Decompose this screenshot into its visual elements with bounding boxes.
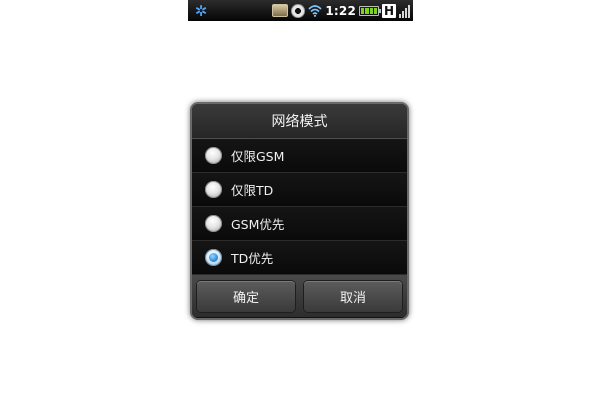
wifi-icon	[308, 4, 322, 17]
signal-icon	[399, 4, 410, 18]
option-gsm-only[interactable]: 仅限GSM	[192, 139, 407, 173]
network-mode-dialog: 网络模式 仅限GSM 仅限TD GSM优先 TD优先 确定 取消	[192, 104, 407, 318]
screen: ✲ 1:22 H 网络模式 仅限GSM 仅限TD GSM优先 TD优先 确定 取…	[0, 0, 600, 400]
option-td-preferred[interactable]: TD优先	[192, 241, 407, 275]
option-gsm-preferred[interactable]: GSM优先	[192, 207, 407, 241]
option-td-only[interactable]: 仅限TD	[192, 173, 407, 207]
photo-icon	[272, 4, 289, 17]
button-bar: 确定 取消	[192, 275, 407, 317]
dialog-title: 网络模式	[192, 104, 407, 139]
option-label: 仅限GSM	[231, 149, 285, 164]
radio-button[interactable]	[205, 181, 222, 198]
radio-button[interactable]	[205, 147, 222, 164]
cancel-button[interactable]: 取消	[304, 280, 402, 312]
hsdpa-icon: H	[382, 3, 396, 18]
status-bar: ✲ 1:22 H	[188, 0, 413, 21]
cd-icon	[291, 3, 306, 18]
option-label: TD优先	[231, 251, 274, 266]
clock: 1:22	[325, 3, 356, 18]
option-list: 仅限GSM 仅限TD GSM优先 TD优先	[192, 139, 407, 275]
battery-icon	[359, 5, 381, 16]
confirm-button[interactable]: 确定	[197, 280, 295, 312]
option-label: GSM优先	[231, 217, 285, 232]
option-label: 仅限TD	[231, 183, 274, 198]
gear-icon: ✲	[194, 1, 208, 20]
radio-selected-dot	[209, 253, 218, 262]
radio-button[interactable]	[205, 215, 222, 232]
radio-button-checked[interactable]	[205, 249, 222, 266]
